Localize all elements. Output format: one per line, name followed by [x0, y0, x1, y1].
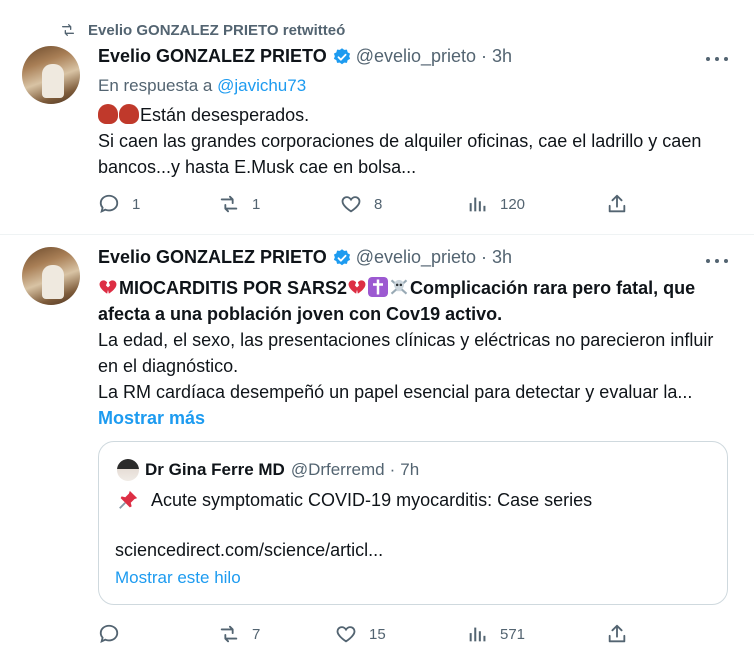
reply-button[interactable] [98, 623, 132, 645]
verified-badge-icon [332, 248, 352, 268]
quoted-tweet-text: Acute symptomatic COVID-19 myocarditis: … [117, 489, 592, 511]
like-button[interactable]: 8 [340, 193, 382, 215]
tweet-line-2: Si caen las grandes corporaciones de alq… [98, 131, 702, 177]
retweet-icon [220, 195, 238, 213]
avatar[interactable] [22, 247, 80, 305]
author-name[interactable]: Evelio GONZALEZ PRIETO [98, 247, 327, 268]
action-bar: 1 1 8 120 [98, 193, 638, 217]
quoted-tweet-card[interactable]: Dr Gina Ferre MD @Drferremd · 7h Acute s… [98, 441, 728, 605]
views-count: 571 [500, 625, 526, 643]
show-thread-link[interactable]: Mostrar este hilo [115, 568, 241, 588]
reply-icon [99, 624, 119, 643]
share-button[interactable] [606, 623, 640, 645]
quoted-avatar[interactable] [117, 459, 139, 481]
views-icon [469, 197, 486, 212]
goblin-icon [98, 104, 118, 124]
tweet-paragraph-2: La RM cardíaca desempeñó un papel esenci… [98, 382, 693, 402]
more-icon[interactable] [706, 57, 728, 61]
tweet-headline: MIOCARDITIS POR SARS2 Complicación rara p… [98, 275, 738, 327]
quoted-tweet-time[interactable]: 7h [400, 460, 419, 480]
views-button[interactable]: 120 [466, 193, 525, 215]
tweet-time[interactable]: 3h [492, 247, 512, 268]
tweet-header: Evelio GONZALEZ PRIETO @evelio_prieto · … [98, 46, 512, 67]
like-count: 8 [374, 195, 383, 213]
share-icon [608, 194, 626, 213]
skull-crossbones-icon [390, 279, 408, 295]
like-icon [336, 626, 356, 643]
like-icon [341, 196, 361, 213]
verified-badge-icon [332, 47, 352, 67]
tweet-time[interactable]: 3h [492, 46, 512, 67]
share-icon [608, 624, 626, 643]
retweet-button[interactable]: 7 [218, 623, 260, 645]
tweet-text: Están desesperados. Si caen las grandes … [98, 102, 738, 180]
separator-dot: · [389, 460, 396, 479]
reply-context: En respuesta a @javichu73 [98, 76, 306, 96]
separator-dot: · [481, 247, 488, 267]
quoted-author-name[interactable]: Dr Gina Ferre MD [145, 460, 285, 480]
author-handle[interactable]: @evelio_prieto [356, 247, 476, 268]
tweet-header: Evelio GONZALEZ PRIETO @evelio_prieto · … [98, 247, 512, 268]
broken-heart-icon [348, 280, 366, 294]
quoted-tweet-header: Dr Gina Ferre MD @Drferremd · 7h [117, 459, 419, 481]
reply-count: 1 [132, 195, 141, 213]
author-handle[interactable]: @evelio_prieto [356, 46, 476, 67]
action-bar: 7 15 571 [98, 623, 638, 647]
views-icon [469, 627, 486, 642]
goblin-icon [119, 104, 139, 124]
views-button[interactable]: 571 [466, 623, 525, 645]
share-button[interactable] [606, 193, 640, 215]
more-icon[interactable] [706, 259, 728, 263]
show-more-link[interactable]: Mostrar más [98, 405, 738, 431]
retweet-button[interactable]: 1 [218, 193, 260, 215]
reply-icon [99, 194, 119, 213]
retweet-banner-text: Evelio GONZALEZ PRIETO retwitteó [88, 21, 346, 39]
retweet-count: 1 [252, 195, 261, 213]
quoted-author-handle[interactable]: @Drferremd [291, 460, 385, 480]
tweet-text: MIOCARDITIS POR SARS2 Complicación rara p… [98, 275, 738, 431]
like-button[interactable]: 15 [335, 623, 386, 645]
tweet-1[interactable]: Evelio GONZALEZ PRIETO retwitteó Evelio … [0, 0, 754, 235]
tweet-paragraph-1: La edad, el sexo, las presentaciones clí… [98, 330, 714, 376]
broken-heart-icon [99, 280, 117, 294]
reply-handle-link[interactable]: @javichu73 [217, 76, 306, 95]
quoted-tweet-link[interactable]: sciencedirect.com/science/articl... [115, 540, 383, 561]
tweet-headline-a: MIOCARDITIS POR SARS2 [119, 278, 348, 298]
reply-prefix: En respuesta a [98, 76, 218, 95]
like-count: 15 [369, 625, 386, 643]
author-name[interactable]: Evelio GONZALEZ PRIETO [98, 46, 327, 67]
retweet-banner[interactable]: Evelio GONZALEZ PRIETO retwitteó [60, 18, 345, 42]
views-count: 120 [500, 195, 526, 213]
latin-cross-icon [368, 277, 389, 297]
retweet-icon [220, 625, 238, 643]
avatar[interactable] [22, 46, 80, 104]
quoted-tweet-body: Acute symptomatic COVID-19 myocarditis: … [151, 489, 593, 510]
reply-button[interactable]: 1 [98, 193, 140, 215]
retweet-icon [62, 24, 74, 36]
retweet-count: 7 [252, 625, 261, 643]
separator-dot: · [481, 46, 488, 66]
tweet-line-1: Están desesperados. [140, 105, 310, 125]
pin-icon [119, 490, 138, 509]
